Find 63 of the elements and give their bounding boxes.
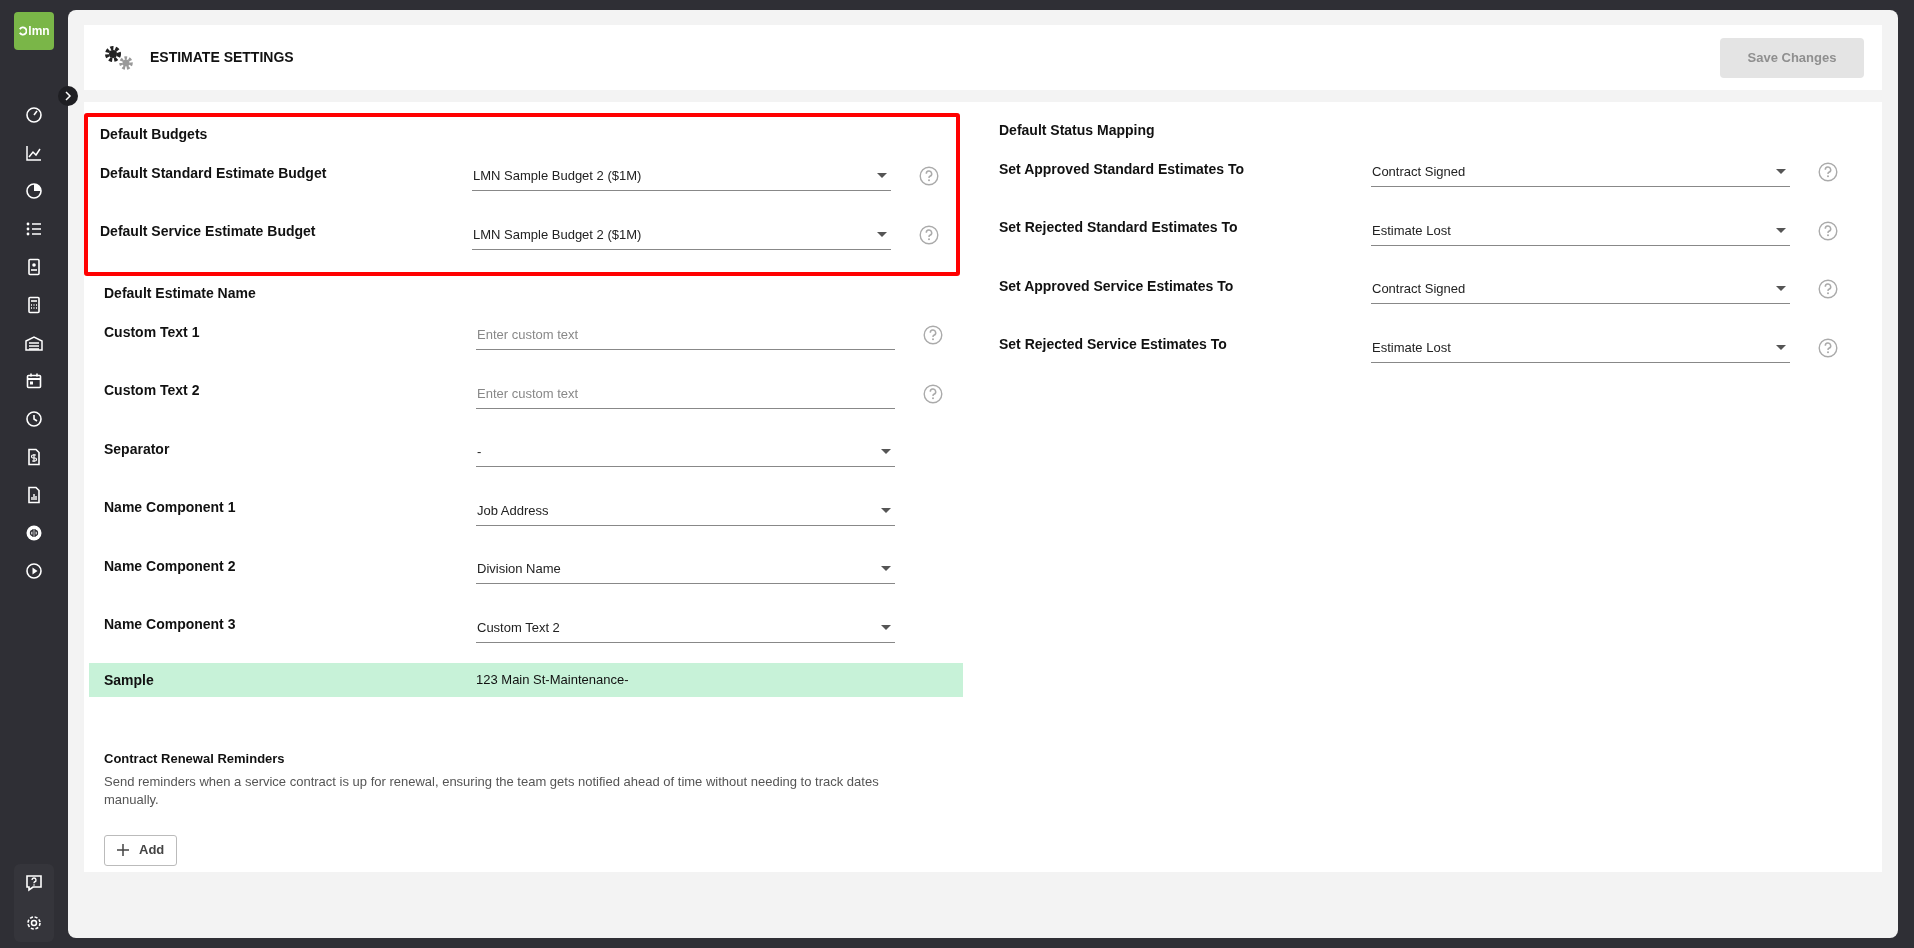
dropdown-caret-icon [881,566,891,572]
dropdown-caret-icon [1776,227,1786,233]
section-title: Contract Renewal Reminders [104,750,286,768]
dropdown-caret-icon [1776,169,1786,175]
plus-icon [117,844,129,856]
section-title: Default Estimate Name [103,283,257,303]
dropdown-field[interactable]: Contract Signed [1371,274,1790,305]
section-title: Default Budgets [99,124,209,144]
field-label: Name Component 2 [104,556,237,576]
dollar-document-icon[interactable] [25,448,43,466]
warehouse-icon[interactable] [25,334,43,352]
dropdown-caret-icon [881,449,891,455]
report-document-icon[interactable] [25,486,43,504]
dropdown-caret-icon [881,624,891,630]
refresh-icon [18,26,28,36]
field-label: Set Rejected Service Estimates To [999,335,1228,355]
dropdown-field[interactable]: Contract Signed [1371,157,1790,188]
expand-sidebar-button[interactable] [58,86,78,106]
field-label: Set Approved Standard Estimates To [999,159,1246,179]
dropdown-caret-icon [1776,286,1786,292]
field-label: Name Component 1 [104,498,237,518]
dropdown-field[interactable]: LMN Sample Budget 2 ($1M) [472,161,891,192]
dropdown-field[interactable]: LMN Sample Budget 2 ($1M) [472,219,891,250]
text-input-field[interactable]: Enter custom text [476,378,895,409]
help-chat-icon[interactable] [25,874,43,892]
calendar-icon[interactable] [25,372,43,390]
play-icon[interactable] [25,562,43,580]
field-label: Custom Text 2 [104,381,201,401]
field-label: Name Component 3 [104,615,237,635]
line-chart-icon[interactable] [25,144,43,162]
dropdown-caret-icon [877,173,887,179]
dropdown-caret-icon [881,507,891,513]
field-label: Separator [104,439,171,459]
field-label: Default Standard Estimate Budget [100,163,328,183]
dropdown-field[interactable]: - [476,437,895,468]
sample-value: 123 Main St-Maintenance- [476,671,629,690]
dropdown-field[interactable]: Division Name [476,554,895,585]
settings-icon[interactable] [25,914,43,932]
id-card-icon[interactable] [25,258,43,276]
dropdown-caret-icon [1776,344,1786,350]
dropdown-field[interactable]: Estimate Lost [1371,332,1790,363]
section-title: Default Status Mapping [999,120,1156,140]
sample-label: Sample [103,670,155,690]
section-description: Send reminders when a service contract is up for renewal, ensuring the team gets notified ahead of time without needing to track dates manually. [104,772,880,809]
add-button[interactable]: Add [104,834,178,866]
gauge-icon[interactable] [25,106,43,124]
dropdown-field[interactable]: Estimate Lost [1371,215,1790,246]
field-label: Custom Text 1 [104,322,201,342]
dropdown-caret-icon [877,231,887,237]
field-label: Set Approved Service Estimates To [999,276,1235,296]
chevron-right-icon [64,91,72,101]
page-title: ESTIMATE SETTINGS [150,48,294,67]
field-label: Set Rejected Standard Estimates To [999,218,1239,238]
text-input-field[interactable]: Enter custom text [476,320,895,351]
circle-logo-icon[interactable] [25,524,43,542]
pie-chart-icon[interactable] [25,182,43,200]
dropdown-field[interactable]: Job Address [476,495,895,526]
logo-text: lmn [28,25,50,37]
field-label: Default Service Estimate Budget [100,222,317,242]
clock-icon[interactable] [25,410,43,428]
calculator-icon[interactable] [25,296,43,314]
list-icon[interactable] [25,220,43,238]
dropdown-field[interactable]: Custom Text 2 [476,612,895,643]
